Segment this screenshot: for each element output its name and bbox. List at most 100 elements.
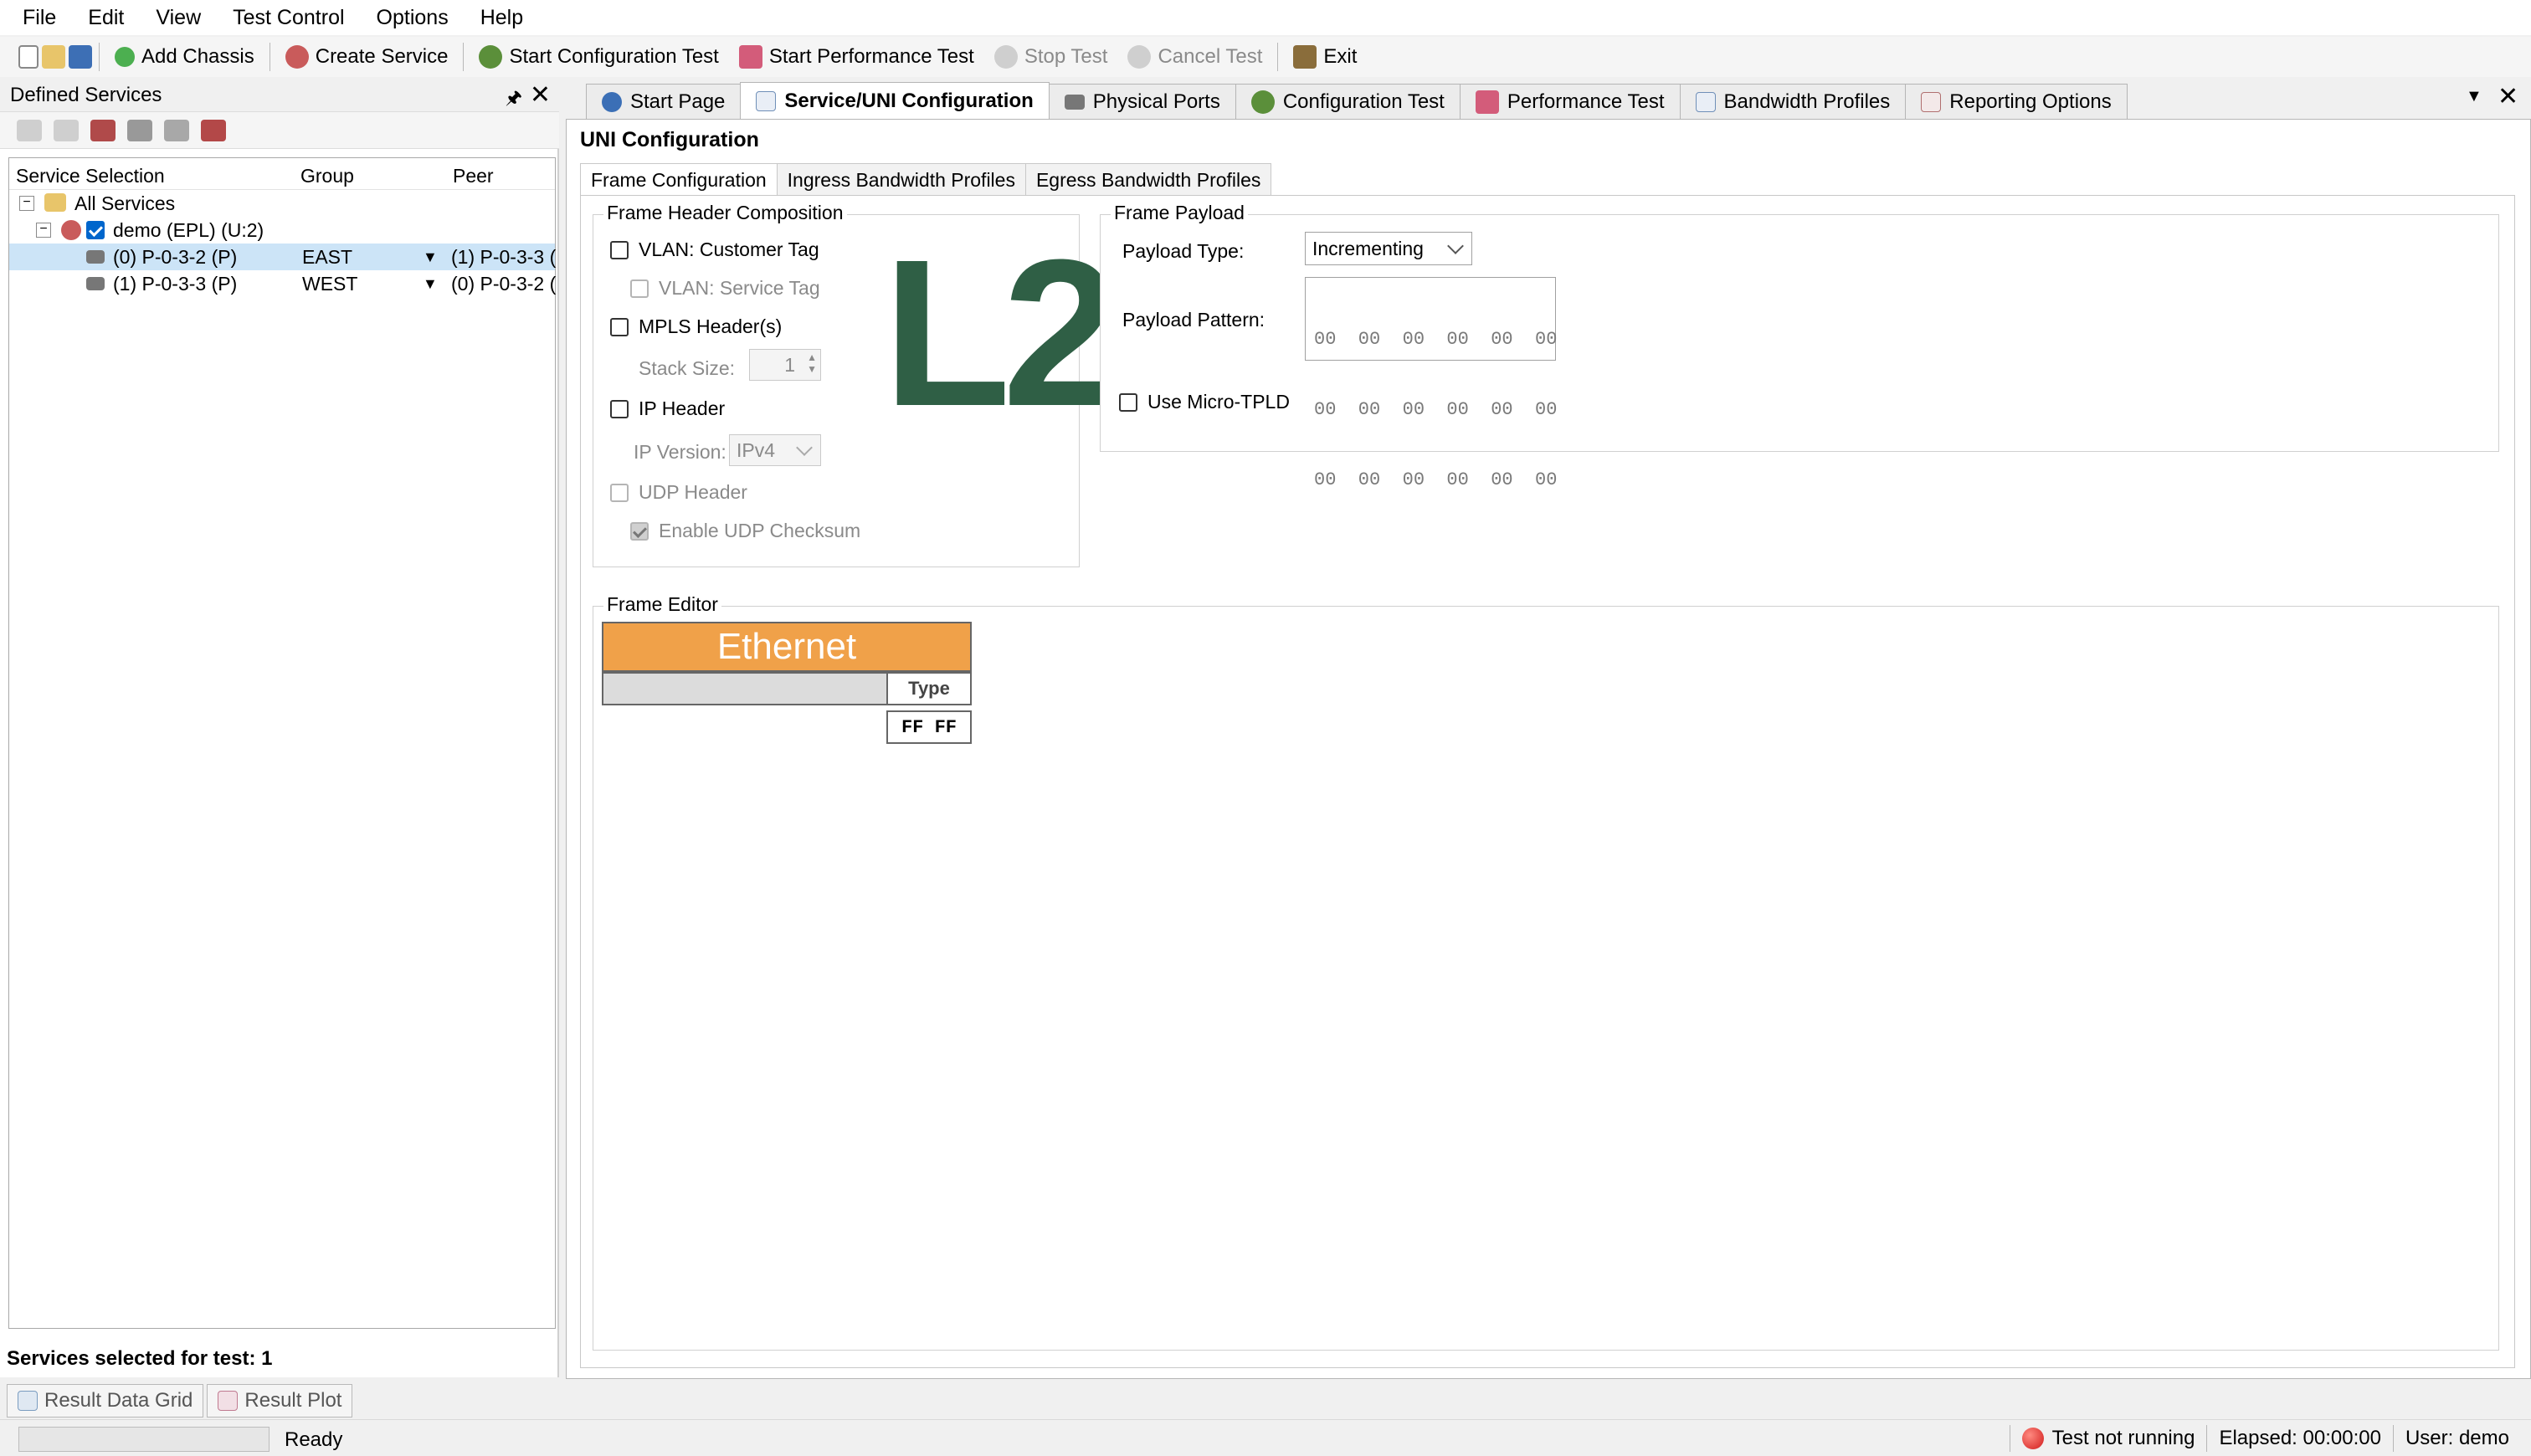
ethertype-label[interactable]: Type xyxy=(886,672,972,705)
open-folder-icon[interactable] xyxy=(42,45,65,69)
current-user: User: demo xyxy=(2392,1425,2521,1452)
menu-help[interactable]: Help xyxy=(465,0,539,35)
udp-checksum-option[interactable]: Enable UDP Checksum xyxy=(630,520,860,542)
tab-service-uni-configuration[interactable]: Service/UNI Configuration xyxy=(740,82,1050,119)
vlan-customer-tag-checkbox[interactable] xyxy=(610,240,629,259)
new-file-icon[interactable] xyxy=(18,45,39,69)
copy-service-icon[interactable] xyxy=(164,119,189,141)
create-service-button[interactable]: Create Service xyxy=(277,40,457,74)
menu-edit[interactable]: Edit xyxy=(72,0,140,35)
gear-icon xyxy=(1250,90,1275,114)
micro-tpld-option[interactable]: Use Micro-TPLD xyxy=(1119,391,1290,413)
result-tabs: Result Data Grid Result Plot xyxy=(7,1384,353,1418)
cancel-icon xyxy=(1127,45,1152,69)
spinner-arrows-icon[interactable]: ▲ ▼ xyxy=(807,351,817,375)
tab-physical-ports[interactable]: Physical Ports xyxy=(1048,84,1236,119)
service-tree: Service Selection Group Peer − All Servi… xyxy=(8,157,556,1329)
vlan-service-tag-checkbox[interactable] xyxy=(630,279,649,298)
udp-header-option[interactable]: UDP Header xyxy=(610,481,747,504)
add-service-icon[interactable] xyxy=(17,119,42,141)
group-dropdown[interactable]: WEST xyxy=(302,270,357,297)
menu-test-control[interactable]: Test Control xyxy=(217,0,360,35)
remove-service-icon[interactable] xyxy=(54,119,79,141)
defined-services-header: Defined Services 🖈 ✕ xyxy=(0,79,559,112)
disable-service-icon[interactable] xyxy=(127,119,152,141)
frame-editor-group: Frame Editor Ethernet Type FF FF xyxy=(593,593,2499,1351)
pin-icon[interactable]: 🖈 xyxy=(506,84,522,115)
dropdown-arrow-icon[interactable]: ▼ xyxy=(423,244,438,270)
stack-size-row: Stack Size: xyxy=(639,357,735,380)
exit-button[interactable]: Exit xyxy=(1285,40,1365,74)
close-icon[interactable]: ✕ xyxy=(530,80,551,110)
close-document-icon[interactable]: ✕ xyxy=(2498,82,2518,111)
collapse-icon[interactable]: − xyxy=(19,196,34,211)
payload-pattern-row: Payload Pattern: xyxy=(1122,309,1265,331)
grid-icon xyxy=(18,1391,38,1411)
tree-row-port-1[interactable]: (1) P-0-3-3 (P) WEST ▼ (0) P-0-3-2 ( xyxy=(9,270,556,297)
vlan-customer-tag-option[interactable]: VLAN: Customer Tag xyxy=(610,238,819,261)
column-group[interactable]: Group xyxy=(300,165,354,187)
tree-row-port-0[interactable]: (0) P-0-3-2 (P) EAST ▼ (1) P-0-3-3 ( xyxy=(9,244,556,270)
port-icon xyxy=(86,250,105,264)
menu-options[interactable]: Options xyxy=(361,0,465,35)
enable-service-icon[interactable] xyxy=(90,119,116,141)
ip-header-option[interactable]: IP Header xyxy=(610,397,725,420)
tab-configuration-test[interactable]: Configuration Test xyxy=(1235,84,1461,119)
ethernet-fields-row[interactable] xyxy=(602,672,888,705)
save-icon[interactable] xyxy=(69,45,92,69)
tab-bandwidth-profiles[interactable]: Bandwidth Profiles xyxy=(1679,84,1907,119)
payload-type-label: Payload Type: xyxy=(1122,240,1245,262)
tab-performance-test[interactable]: Performance Test xyxy=(1459,84,1681,119)
group-dropdown[interactable]: EAST xyxy=(302,244,352,270)
dropdown-arrow-icon[interactable]: ▼ xyxy=(423,270,438,297)
start-configuration-test-button[interactable]: Start Configuration Test xyxy=(470,40,726,74)
stop-test-button[interactable]: Stop Test xyxy=(986,40,1117,74)
collapse-icon[interactable]: − xyxy=(36,223,51,238)
ip-version-select[interactable]: IPv4 xyxy=(729,434,821,466)
tab-start-page[interactable]: Start Page xyxy=(586,84,742,119)
service-icon xyxy=(285,45,309,69)
ethertype-value[interactable]: FF FF xyxy=(886,710,972,744)
tab-result-data-grid[interactable]: Result Data Grid xyxy=(7,1384,204,1418)
document-tabs: Start Page Service/UNI Configuration Phy… xyxy=(586,82,2531,119)
stack-size-stepper[interactable]: 1 ▲ ▼ xyxy=(749,349,821,381)
swap-service-icon[interactable] xyxy=(201,119,226,141)
tab-frame-configuration[interactable]: Frame Configuration xyxy=(580,163,778,197)
tree-node-service[interactable]: − demo (EPL) (U:2) xyxy=(9,217,555,244)
ip-header-checkbox[interactable] xyxy=(610,399,629,418)
tree-node-all-services[interactable]: − All Services xyxy=(9,190,555,217)
service-checkbox[interactable] xyxy=(86,221,105,239)
mpls-headers-option[interactable]: MPLS Header(s) xyxy=(610,315,782,338)
menu-view[interactable]: View xyxy=(140,0,217,35)
ethernet-header-block[interactable]: Ethernet xyxy=(602,622,972,672)
column-peer[interactable]: Peer xyxy=(453,165,494,187)
tab-egress-bandwidth-profiles[interactable]: Egress Bandwidth Profiles xyxy=(1024,163,1272,195)
performance-chart-icon xyxy=(738,45,762,69)
start-performance-test-button[interactable]: Start Performance Test xyxy=(731,40,983,74)
tab-ingress-bandwidth-profiles[interactable]: Ingress Bandwidth Profiles xyxy=(776,163,1026,195)
tab-list-dropdown-icon[interactable]: ▼ xyxy=(2466,87,2482,106)
defined-services-panel: Defined Services 🖈 ✕ Service Selection G… xyxy=(0,79,559,1377)
udp-header-checkbox[interactable] xyxy=(610,483,629,502)
payload-pattern-field[interactable]: 00 00 00 00 00 00 00 00 00 00 00 00 00 0… xyxy=(1305,277,1557,490)
tab-reporting-options[interactable]: Reporting Options xyxy=(1905,84,2128,119)
micro-tpld-checkbox[interactable] xyxy=(1119,392,1137,412)
group-label: Frame Header Composition xyxy=(603,202,847,224)
document-icon xyxy=(1695,91,1716,112)
l2-logo: L2 xyxy=(883,216,1119,449)
plot-icon xyxy=(218,1391,239,1411)
payload-type-row: Payload Type: xyxy=(1122,240,1244,263)
service-tree-header: Service Selection Group Peer xyxy=(9,158,555,190)
uni-configuration-panel: UNI Configuration Frame Configuration In… xyxy=(566,119,2531,1379)
add-chassis-button[interactable]: Add Chassis xyxy=(106,40,263,74)
group-label: Frame Editor xyxy=(603,593,721,616)
udp-checksum-checkbox[interactable] xyxy=(630,521,649,541)
vlan-service-tag-option[interactable]: VLAN: Service Tag xyxy=(630,277,820,300)
toolbar-separator xyxy=(99,43,100,71)
mpls-headers-checkbox[interactable] xyxy=(610,317,629,336)
menu-file[interactable]: File xyxy=(7,0,72,35)
payload-type-select[interactable]: Incrementing xyxy=(1305,232,1472,265)
column-service-selection[interactable]: Service Selection xyxy=(16,165,165,187)
tab-result-plot[interactable]: Result Plot xyxy=(207,1384,353,1418)
cancel-test-button[interactable]: Cancel Test xyxy=(1119,40,1271,74)
